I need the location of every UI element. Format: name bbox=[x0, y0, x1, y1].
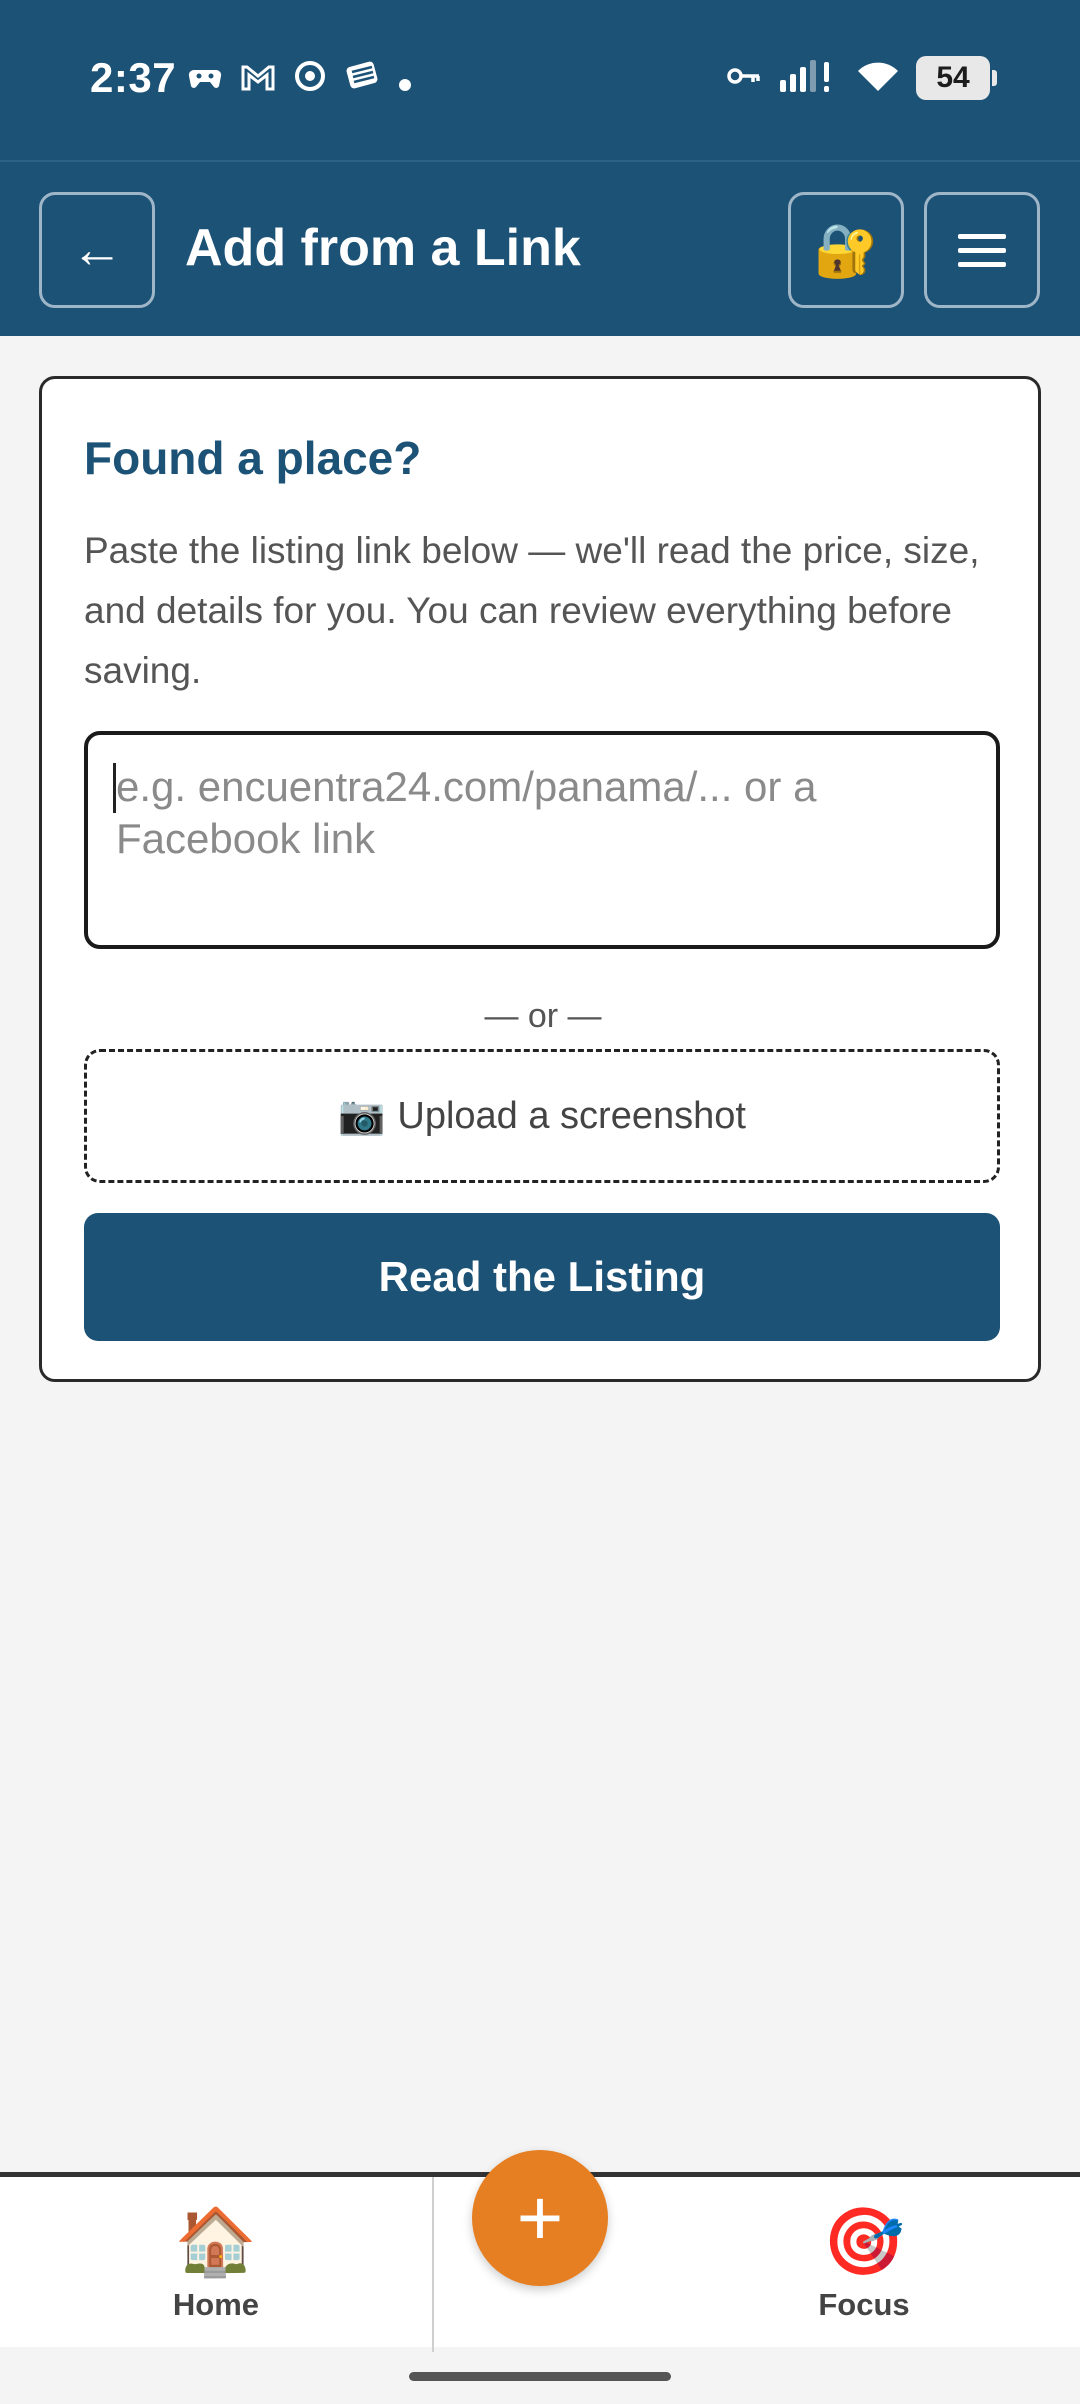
read-listing-button[interactable]: Read the Listing bbox=[84, 1213, 1000, 1341]
back-button[interactable]: ← bbox=[39, 192, 155, 308]
nav-home-label: Home bbox=[172, 2287, 260, 2322]
stack-icon bbox=[344, 58, 380, 103]
back-arrow-icon: ← bbox=[71, 221, 123, 279]
text-cursor bbox=[113, 763, 116, 813]
gmail-icon bbox=[240, 59, 276, 103]
plus-icon: + bbox=[516, 2173, 564, 2262]
app-header: ← Add from a Link 🔐 bbox=[0, 162, 1080, 336]
system-icons: 54 bbox=[726, 56, 997, 100]
nav-focus[interactable]: 🎯 Focus bbox=[648, 2177, 1080, 2347]
menu-button[interactable] bbox=[924, 192, 1040, 308]
house-icon: 🏠 bbox=[174, 2204, 258, 2278]
or-separator: — or — bbox=[484, 997, 602, 1035]
game-controller-icon bbox=[188, 59, 222, 103]
camera-icon: 📷 bbox=[338, 1095, 386, 1137]
nav-home[interactable]: 🏠 Home bbox=[0, 2177, 432, 2347]
dot-icon bbox=[398, 59, 412, 103]
notification-icons bbox=[188, 58, 412, 103]
lock-key-icon: 🔐 bbox=[813, 221, 879, 280]
nav-focus-label: Focus bbox=[818, 2287, 910, 2322]
page-title: Add from a Link bbox=[185, 219, 581, 277]
upload-label: Upload a screenshot bbox=[397, 1094, 746, 1137]
card-title: Found a place? bbox=[84, 432, 422, 484]
add-link-card: Found a place? Paste the listing link be… bbox=[39, 376, 1041, 1382]
wifi-icon bbox=[856, 59, 900, 98]
chrome-icon bbox=[294, 59, 326, 103]
signal-icon bbox=[778, 58, 840, 99]
battery-indicator: 54 bbox=[916, 56, 997, 100]
upload-screenshot-button[interactable]: 📷 Upload a screenshot bbox=[84, 1049, 1000, 1183]
hamburger-icon bbox=[958, 225, 1006, 276]
target-icon: 🎯 bbox=[822, 2204, 906, 2278]
nav-divider bbox=[432, 2177, 434, 2352]
lock-button[interactable]: 🔐 bbox=[788, 192, 904, 308]
vpn-key-icon bbox=[726, 65, 762, 92]
card-description: Paste the listing link below — we'll rea… bbox=[84, 530, 980, 691]
add-fab-button[interactable]: + bbox=[472, 2150, 608, 2286]
status-time: 2:37 bbox=[90, 54, 177, 101]
listing-link-input[interactable] bbox=[84, 731, 1000, 949]
status-bar: 2:37 54 bbox=[0, 0, 1080, 160]
gesture-bar[interactable] bbox=[409, 2372, 671, 2381]
